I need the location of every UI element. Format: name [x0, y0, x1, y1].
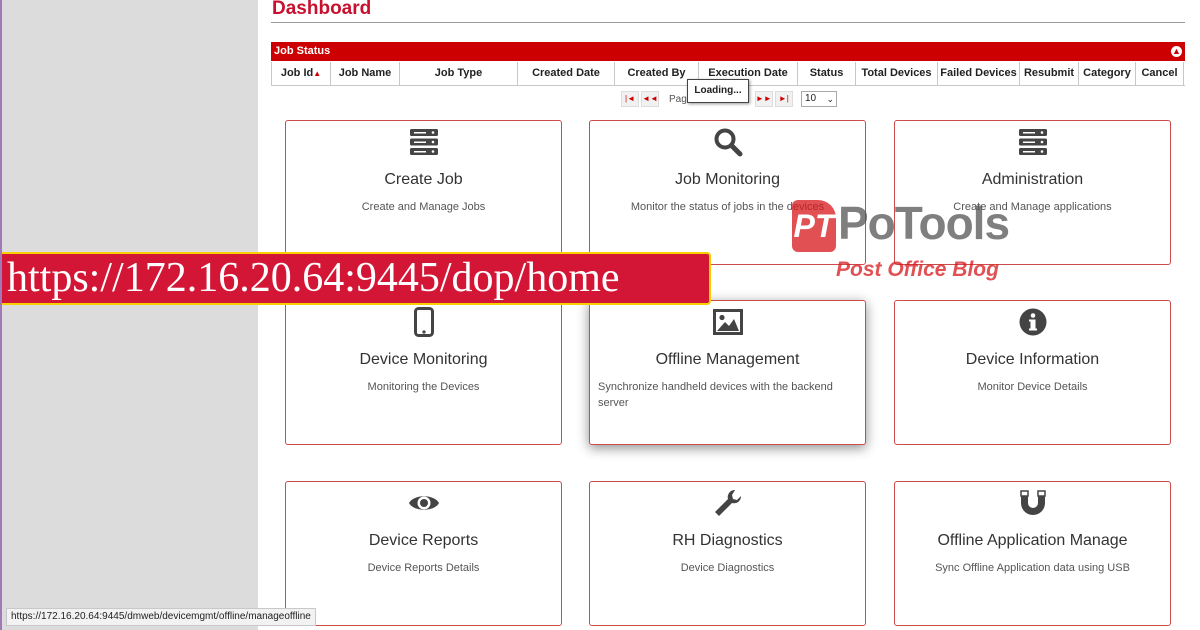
column-header-job-id[interactable]: Job Id▲ — [272, 62, 331, 86]
search-icon — [590, 127, 865, 157]
wrench-icon — [590, 488, 865, 518]
card-description: Monitoring the Devices — [367, 381, 480, 393]
last-page-button[interactable]: ►| — [774, 91, 793, 107]
page-label: Pag — [669, 93, 687, 105]
scrollbar[interactable] — [1190, 0, 1200, 630]
card-title: Device Information — [965, 351, 1100, 368]
card-title: RH Diagnostics — [672, 532, 783, 549]
column-header-category[interactable]: Category — [1079, 62, 1136, 86]
watermark-subtitle: Post Office Blog — [836, 258, 999, 281]
info-circle-icon — [895, 307, 1170, 337]
card-device-information[interactable]: Device Information Monitor Device Detail… — [894, 300, 1171, 445]
column-header-failed-devices[interactable]: Failed Devices — [938, 62, 1020, 86]
card-offline-application-manage[interactable]: Offline Application Manage Sync Offline … — [894, 481, 1171, 626]
column-header-resubmit[interactable]: Resubmit — [1020, 62, 1079, 86]
potools-watermark: PT PoTools Post Office Blog — [792, 197, 1027, 290]
watermark-title: PoTools — [838, 197, 1010, 249]
column-header-total-devices[interactable]: Total Devices — [856, 62, 938, 86]
card-title: Offline Management — [655, 351, 800, 368]
browser-status-bar: https://172.16.20.64:9445/dmweb/devicemg… — [6, 608, 316, 626]
card-device-monitoring[interactable]: Device Monitoring Monitoring the Devices — [285, 300, 562, 445]
card-title: Device Reports — [368, 532, 479, 549]
mobile-phone-icon — [286, 307, 561, 337]
card-description: Device Diagnostics — [680, 562, 775, 574]
card-create-job[interactable]: Create Job Create and Manage Jobs — [285, 120, 562, 265]
eye-icon — [286, 488, 561, 518]
column-header-created-date[interactable]: Created Date — [518, 62, 615, 86]
card-description: Device Reports Details — [367, 562, 480, 574]
card-title: Device Monitoring — [359, 351, 488, 368]
image-icon — [590, 307, 865, 337]
card-title: Job Monitoring — [675, 171, 780, 188]
divider — [271, 22, 1185, 23]
card-description: Monitor Device Details — [977, 381, 1088, 393]
url-banner: https://172.16.20.64:9445/dop/home — [2, 252, 711, 305]
card-description: Synchronize handheld devices with the ba… — [598, 381, 833, 409]
card-title: Administration — [981, 171, 1084, 188]
column-header-job-type[interactable]: Job Type — [400, 62, 518, 86]
card-description: Create and Manage Jobs — [361, 201, 486, 213]
card-device-reports[interactable]: Device Reports Device Reports Details — [285, 481, 562, 626]
page-size-value: 10 — [805, 93, 817, 104]
watermark-logo: PT — [792, 200, 836, 252]
card-title: Offline Application Manage — [937, 532, 1128, 549]
column-header-cancel[interactable]: Cancel — [1136, 62, 1184, 86]
next-page-button[interactable]: ►► — [754, 91, 773, 107]
first-page-button[interactable]: |◄ — [621, 91, 639, 107]
magnet-icon — [895, 488, 1170, 518]
loading-indicator: Loading... — [687, 79, 749, 103]
sort-icon[interactable]: ▲ — [313, 69, 321, 78]
column-header-status[interactable]: Status — [798, 62, 856, 86]
job-status-header[interactable]: Job Status ▲ — [271, 42, 1185, 61]
column-header-job-name[interactable]: Job Name — [331, 62, 400, 86]
job-status-label: Job Status — [274, 45, 331, 57]
left-sidebar — [2, 0, 258, 630]
card-offline-management[interactable]: Offline Management Synchronize handheld … — [589, 300, 866, 445]
page-title: Dashboard — [272, 0, 372, 19]
card-rh-diagnostics[interactable]: RH Diagnostics Device Diagnostics — [589, 481, 866, 626]
collapse-icon[interactable]: ▲ — [1171, 46, 1182, 57]
card-description: Sync Offline Application data using USB — [935, 562, 1130, 574]
server-stack-icon — [895, 127, 1170, 157]
chevron-down-icon: ⌄ — [826, 94, 834, 104]
server-stack-icon — [286, 127, 561, 157]
prev-page-button[interactable]: ◄◄ — [641, 91, 659, 107]
page-size-select[interactable]: 10 ⌄ — [801, 91, 837, 107]
card-title: Create Job — [384, 171, 463, 188]
